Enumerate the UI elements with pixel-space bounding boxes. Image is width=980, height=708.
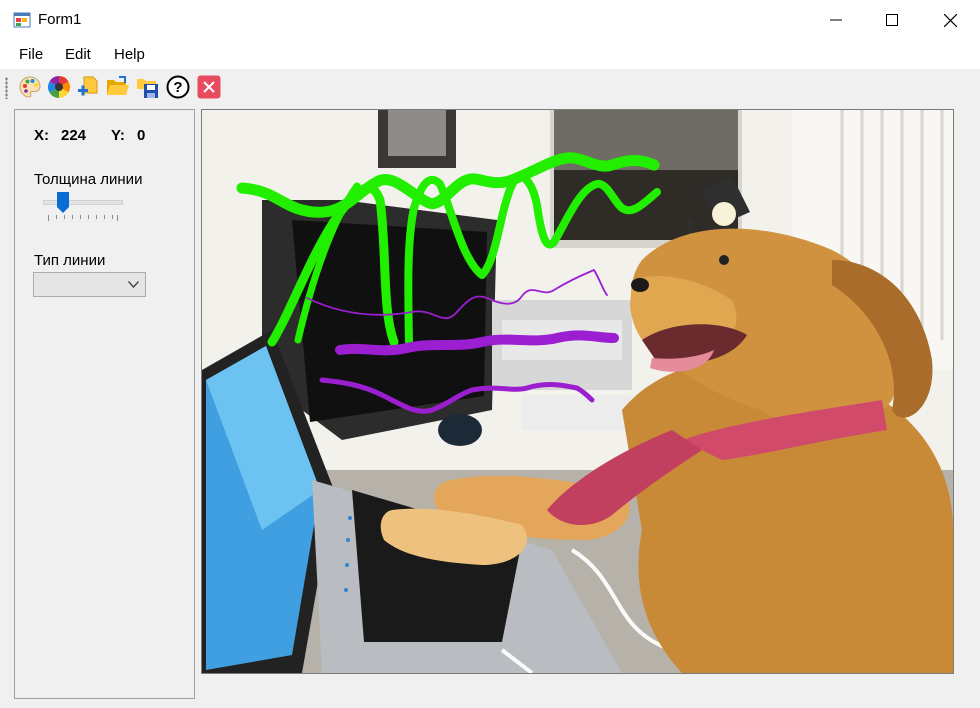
thickness-slider-thumb[interactable] — [57, 192, 69, 214]
y-value: 0 — [137, 127, 146, 144]
svg-text:?: ? — [173, 79, 182, 96]
color-wheel-button[interactable] — [46, 74, 72, 100]
help-icon: ? — [166, 75, 190, 99]
drawing-canvas[interactable] — [201, 109, 954, 674]
line-type-label: Тип линии — [34, 252, 106, 269]
save-button[interactable] — [135, 74, 161, 100]
exit-button[interactable] — [196, 74, 222, 100]
thickness-slider-track[interactable] — [43, 200, 123, 205]
palette-icon — [19, 76, 41, 98]
chevron-down-icon — [128, 281, 139, 288]
form-app-icon — [13, 12, 31, 28]
toolbar: ? — [0, 70, 980, 104]
x-label: X: — [34, 127, 49, 144]
close-button[interactable] — [922, 0, 978, 40]
title-bar: Form1 — [0, 0, 980, 40]
tool-panel: X: 224 Y: 0 Толщина линии Тип линии — [14, 109, 195, 699]
close-icon — [943, 13, 957, 27]
line-type-combobox[interactable] — [33, 272, 146, 297]
window-title: Form1 — [38, 11, 82, 28]
open-folder-button[interactable] — [105, 74, 131, 100]
x-value: 224 — [61, 127, 87, 144]
help-button[interactable]: ? — [165, 74, 191, 100]
menu-help[interactable]: Help — [114, 46, 145, 63]
maximize-icon — [886, 14, 898, 26]
menu-bar: File Edit Help — [0, 40, 980, 69]
palette-button[interactable] — [17, 74, 43, 100]
save-icon — [137, 79, 158, 98]
toolbar-grip[interactable] — [5, 77, 8, 99]
menu-file[interactable]: File — [19, 46, 43, 63]
slider-ticks — [48, 215, 118, 221]
minimize-button[interactable] — [808, 0, 864, 40]
canvas-photo — [202, 110, 953, 673]
thickness-label: Толщина линии — [34, 171, 143, 188]
y-label: Y: — [111, 127, 125, 144]
new-file-icon — [78, 76, 98, 96]
minimize-icon — [830, 19, 842, 21]
open-folder-icon — [107, 76, 129, 95]
new-file-button[interactable] — [75, 74, 101, 100]
exit-icon — [197, 75, 221, 99]
color-wheel-icon — [48, 76, 70, 98]
menu-edit[interactable]: Edit — [65, 46, 91, 63]
maximize-button[interactable] — [864, 0, 920, 40]
